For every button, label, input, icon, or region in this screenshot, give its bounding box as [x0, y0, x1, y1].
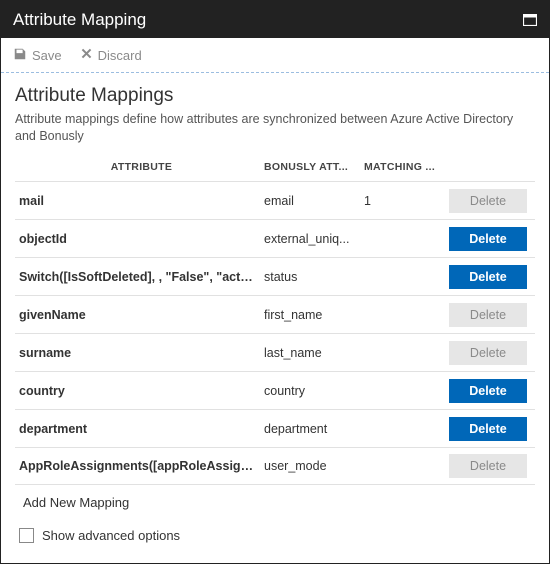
cell-bonusly: external_uniq...: [264, 232, 364, 246]
cell-attribute: Switch([IsSoftDeleted], , "False", "acti…: [19, 270, 264, 284]
close-icon: [80, 47, 93, 63]
cell-bonusly: status: [264, 270, 364, 284]
advanced-label: Show advanced options: [42, 528, 180, 543]
cell-bonusly: email: [264, 194, 364, 208]
save-icon: [13, 47, 27, 64]
titlebar: Attribute Mapping: [1, 1, 549, 38]
section-title: Attribute Mappings: [15, 85, 535, 107]
advanced-options-row[interactable]: Show advanced options: [15, 520, 535, 549]
header-attribute: ATTRIBUTE: [19, 161, 264, 173]
attribute-mapping-panel: Attribute Mapping Save Discard Attribute…: [0, 0, 550, 564]
table-row[interactable]: surnamelast_name Delete: [15, 333, 535, 371]
delete-button: Delete: [449, 303, 527, 327]
cell-bonusly: first_name: [264, 308, 364, 322]
cell-attribute: country: [19, 384, 264, 398]
add-new-mapping-link[interactable]: Add New Mapping: [15, 485, 535, 520]
content: Attribute Mappings Attribute mappings de…: [1, 73, 549, 563]
cell-matching: 1: [364, 194, 449, 208]
cell-bonusly: last_name: [264, 346, 364, 360]
table-headers: ATTRIBUTE BONUSLY ATT... MATCHING ...: [15, 155, 535, 181]
discard-button[interactable]: Discard: [80, 47, 142, 63]
delete-button: Delete: [449, 454, 527, 478]
table-body: mailemail1DeleteobjectIdexternal_uniq...…: [15, 181, 535, 485]
save-button[interactable]: Save: [13, 47, 62, 64]
section-desc: Attribute mappings define how attributes…: [15, 111, 535, 145]
cell-attribute: AppRoleAssignments([appRoleAssignments]): [19, 459, 264, 473]
table-row[interactable]: mailemail1Delete: [15, 181, 535, 219]
cell-attribute: givenName: [19, 308, 264, 322]
maximize-icon[interactable]: [523, 14, 537, 26]
delete-button: Delete: [449, 189, 527, 213]
advanced-checkbox[interactable]: [19, 528, 34, 543]
table-row[interactable]: AppRoleAssignments([appRoleAssignments])…: [15, 447, 535, 485]
cell-bonusly: country: [264, 384, 364, 398]
table-row[interactable]: departmentdepartment Delete: [15, 409, 535, 447]
delete-button[interactable]: Delete: [449, 417, 527, 441]
save-label: Save: [32, 48, 62, 63]
toolbar: Save Discard: [1, 38, 549, 73]
titlebar-title: Attribute Mapping: [13, 10, 146, 30]
delete-button[interactable]: Delete: [449, 227, 527, 251]
table-row[interactable]: givenNamefirst_name Delete: [15, 295, 535, 333]
discard-label: Discard: [98, 48, 142, 63]
cell-bonusly: user_mode: [264, 459, 364, 473]
cell-bonusly: department: [264, 422, 364, 436]
cell-attribute: surname: [19, 346, 264, 360]
cell-attribute: objectId: [19, 232, 264, 246]
delete-button: Delete: [449, 341, 527, 365]
table-row[interactable]: countrycountry Delete: [15, 371, 535, 409]
table-row[interactable]: objectIdexternal_uniq... Delete: [15, 219, 535, 257]
delete-button[interactable]: Delete: [449, 379, 527, 403]
cell-attribute: mail: [19, 194, 264, 208]
header-matching: MATCHING ...: [364, 161, 449, 173]
table-row[interactable]: Switch([IsSoftDeleted], , "False", "acti…: [15, 257, 535, 295]
header-bonusly: BONUSLY ATT...: [264, 161, 364, 173]
delete-button[interactable]: Delete: [449, 265, 527, 289]
cell-attribute: department: [19, 422, 264, 436]
